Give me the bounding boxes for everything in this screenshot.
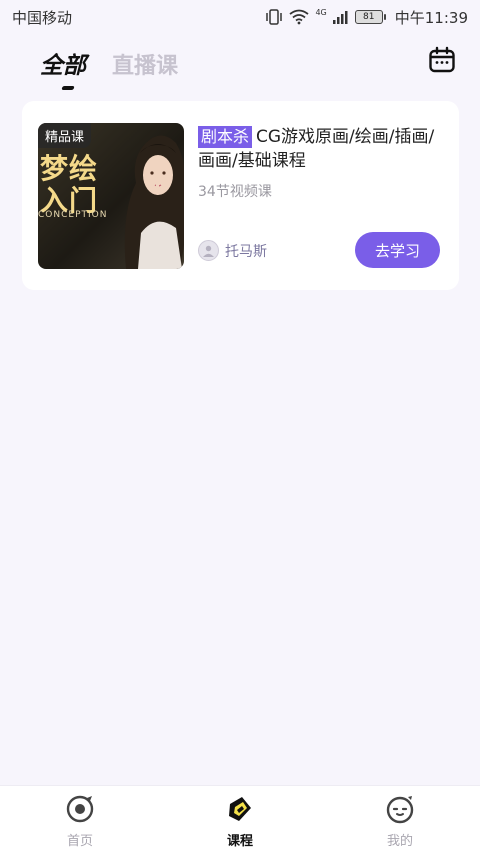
course-tag: 剧本杀 (198, 126, 253, 148)
course-card[interactable]: 精品课 梦绘 入门 CONCEPTION 剧本杀 CG游戏原画/绘画/插画/画画/… (22, 101, 459, 290)
course-thumbnail[interactable]: 精品课 梦绘 入门 CONCEPTION (38, 123, 184, 269)
character-illustration (124, 135, 184, 269)
thumbnail-title: 梦绘 入门 (40, 153, 98, 217)
teacher-name: 托马斯 (225, 243, 267, 260)
calendar-button[interactable] (428, 46, 456, 74)
user-icon (203, 245, 214, 257)
course-icon (229, 797, 251, 821)
signal-icon (332, 11, 348, 24)
status-icons: 4G 81 中午11:39 (265, 7, 468, 28)
nav-item-course[interactable]: 课程 (190, 794, 290, 849)
home-icon (66, 795, 94, 823)
vibrate-icon (266, 9, 283, 25)
nav-label-course: 课程 (226, 834, 253, 849)
network-type: 4G (315, 7, 327, 17)
bottom-navigation: 首页 课程 我的 (0, 785, 480, 853)
calendar-icon (429, 46, 455, 73)
status-bar: 中国移动 4G 81 中午11:39 (0, 0, 480, 34)
nav-item-profile[interactable]: 我的 (350, 794, 450, 849)
profile-icon (386, 796, 414, 824)
wifi-icon (289, 9, 310, 25)
nav-label-profile: 我的 (386, 834, 413, 849)
lesson-count: 34节视频课 (198, 184, 272, 200)
premium-badge: 精品课 (38, 123, 92, 148)
active-tab-indicator (61, 86, 75, 90)
battery-indicator: 81 (354, 10, 386, 24)
nav-label-home: 首页 (66, 834, 93, 849)
thumbnail-title-line1: 梦绘 (40, 152, 99, 185)
nav-item-home[interactable]: 首页 (30, 794, 130, 849)
start-learning-button[interactable]: 去学习 (355, 232, 440, 268)
carrier-name: 中国移动 (12, 8, 73, 27)
teacher-info: 托马斯 (198, 240, 267, 261)
thumbnail-subtitle: CONCEPTION (38, 210, 108, 220)
clock: 中午11:39 (394, 8, 468, 27)
course-title[interactable]: 剧本杀 CG游戏原画/绘画/插画/画画/基础课程 (198, 125, 446, 173)
tab-live[interactable]: 直播课 (112, 48, 178, 80)
top-tabs: 全部 直播课 (40, 46, 178, 80)
teacher-avatar (198, 240, 219, 261)
tab-all[interactable]: 全部 (40, 46, 86, 80)
